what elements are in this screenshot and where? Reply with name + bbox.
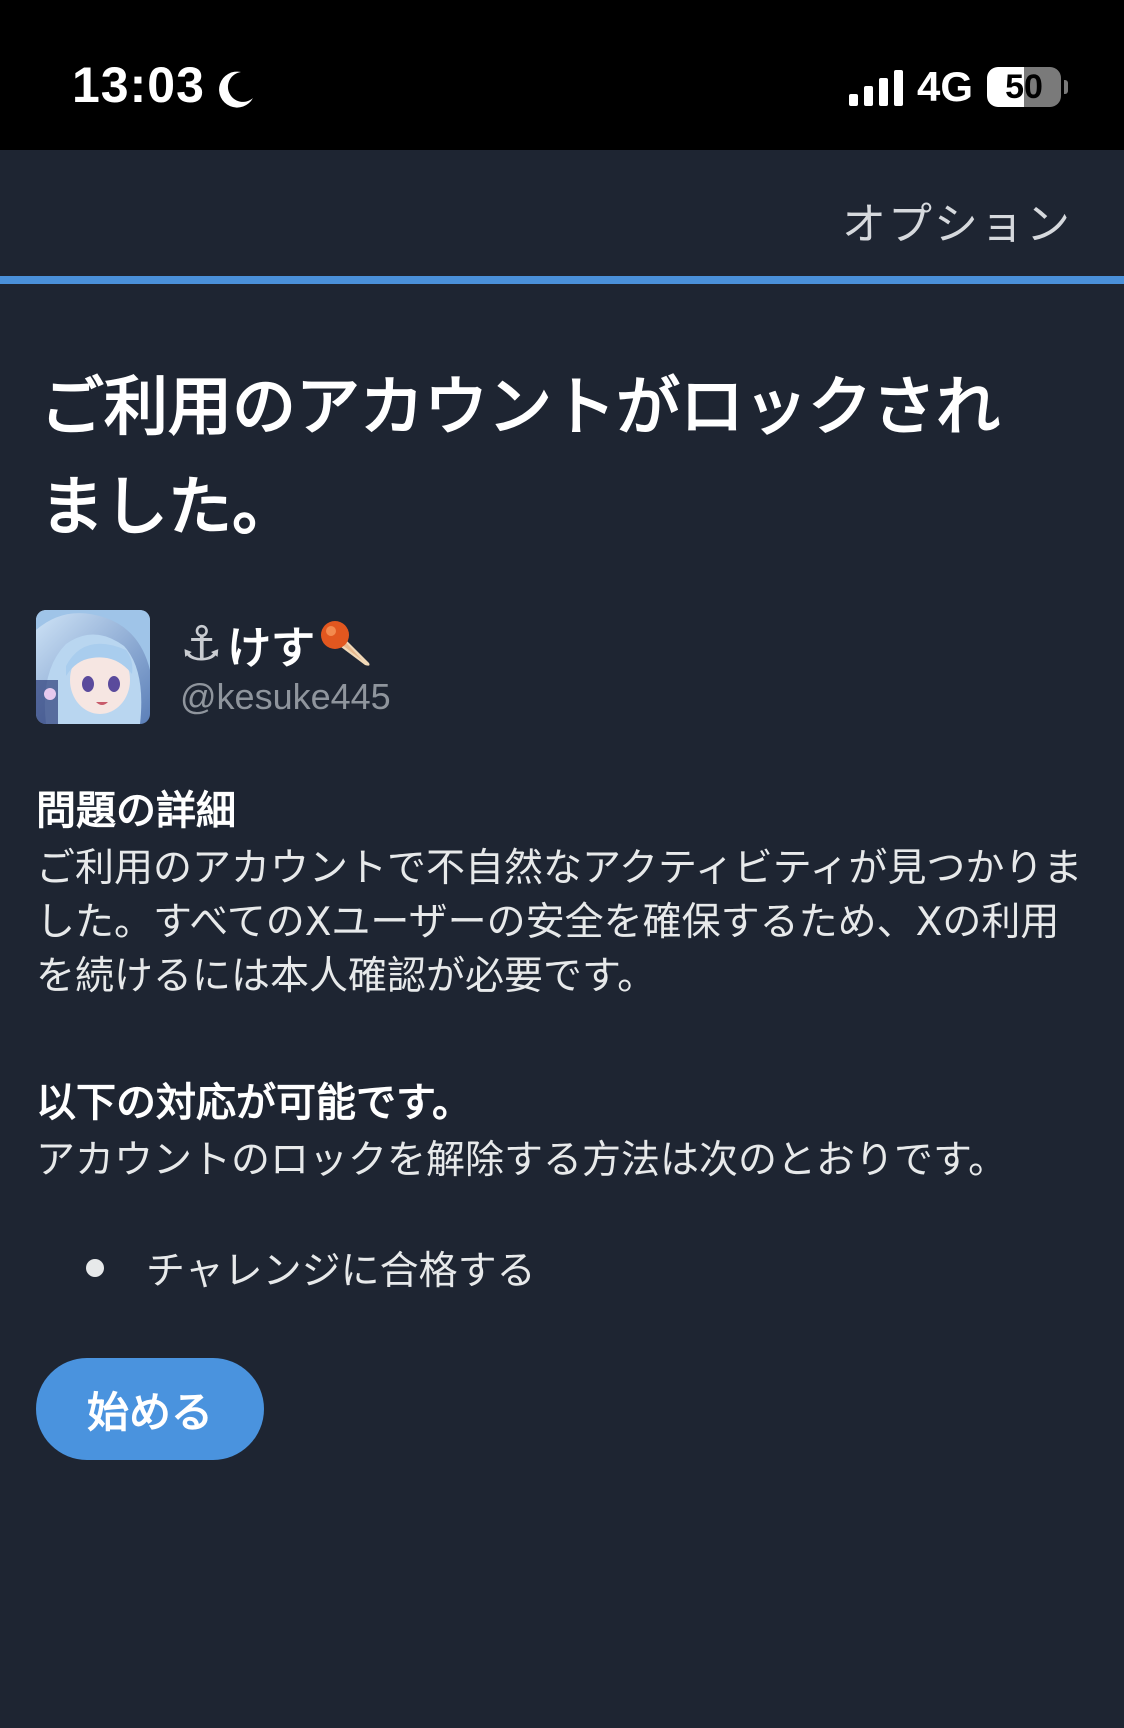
meteor-icon xyxy=(319,619,373,669)
status-time: 13:03 xyxy=(72,56,257,114)
problem-details-section: 問題の詳細 ご利用のアカウントで不自然なアクティビティが見つかりました。すべての… xyxy=(36,778,1086,1004)
battery-icon: 50 xyxy=(987,67,1068,107)
anchor-icon: ⚓ xyxy=(180,616,224,672)
account-info: ⚓ けす @kesuke445 xyxy=(180,616,391,718)
bullet-icon xyxy=(86,1259,104,1277)
actions-list: チャレンジに合格する xyxy=(36,1240,1086,1296)
display-name: けす xyxy=(227,623,316,674)
status-indicators: 4G 50 xyxy=(848,63,1068,110)
display-name-row: ⚓ けす xyxy=(180,616,391,674)
list-item: チャレンジに合格する xyxy=(86,1240,1086,1296)
available-actions-heading: 以下の対応が可能です。 xyxy=(36,1080,472,1126)
options-link[interactable]: オプション xyxy=(842,188,1072,252)
network-type: 4G xyxy=(916,63,973,110)
start-button[interactable]: 始める xyxy=(36,1358,264,1460)
cellular-signal-icon xyxy=(848,68,903,106)
status-bar: 13:03 4G 50 xyxy=(0,0,1124,150)
main-content: ご利用のアカウントがロックされました。 ⚓ けす @kesuke445 問題の詳… xyxy=(36,284,1086,1460)
problem-details-heading: 問題の詳細 xyxy=(36,788,236,834)
progress-bar xyxy=(0,276,1124,284)
account-card: ⚓ けす @kesuke445 xyxy=(36,610,1086,724)
available-actions-body: アカウントのロックを解除する方法は次のとおりです。 xyxy=(36,1138,1008,1183)
page-title: ご利用のアカウントがロックされました。 xyxy=(40,371,1000,545)
avatar xyxy=(36,610,150,724)
problem-details-body: ご利用のアカウントで不自然なアクティビティが見つかりました。すべてのXユーザーの… xyxy=(36,846,1083,999)
account-handle: @kesuke445 xyxy=(180,676,391,717)
moon-icon xyxy=(215,64,257,108)
available-actions-section: 以下の対応が可能です。 アカウントのロックを解除する方法は次のとおりです。 チャ… xyxy=(36,1070,1086,1296)
battery-level: 50 xyxy=(1005,67,1043,106)
clock: 13:03 xyxy=(72,57,205,113)
list-item-label: チャレンジに合格する xyxy=(146,1249,536,1294)
